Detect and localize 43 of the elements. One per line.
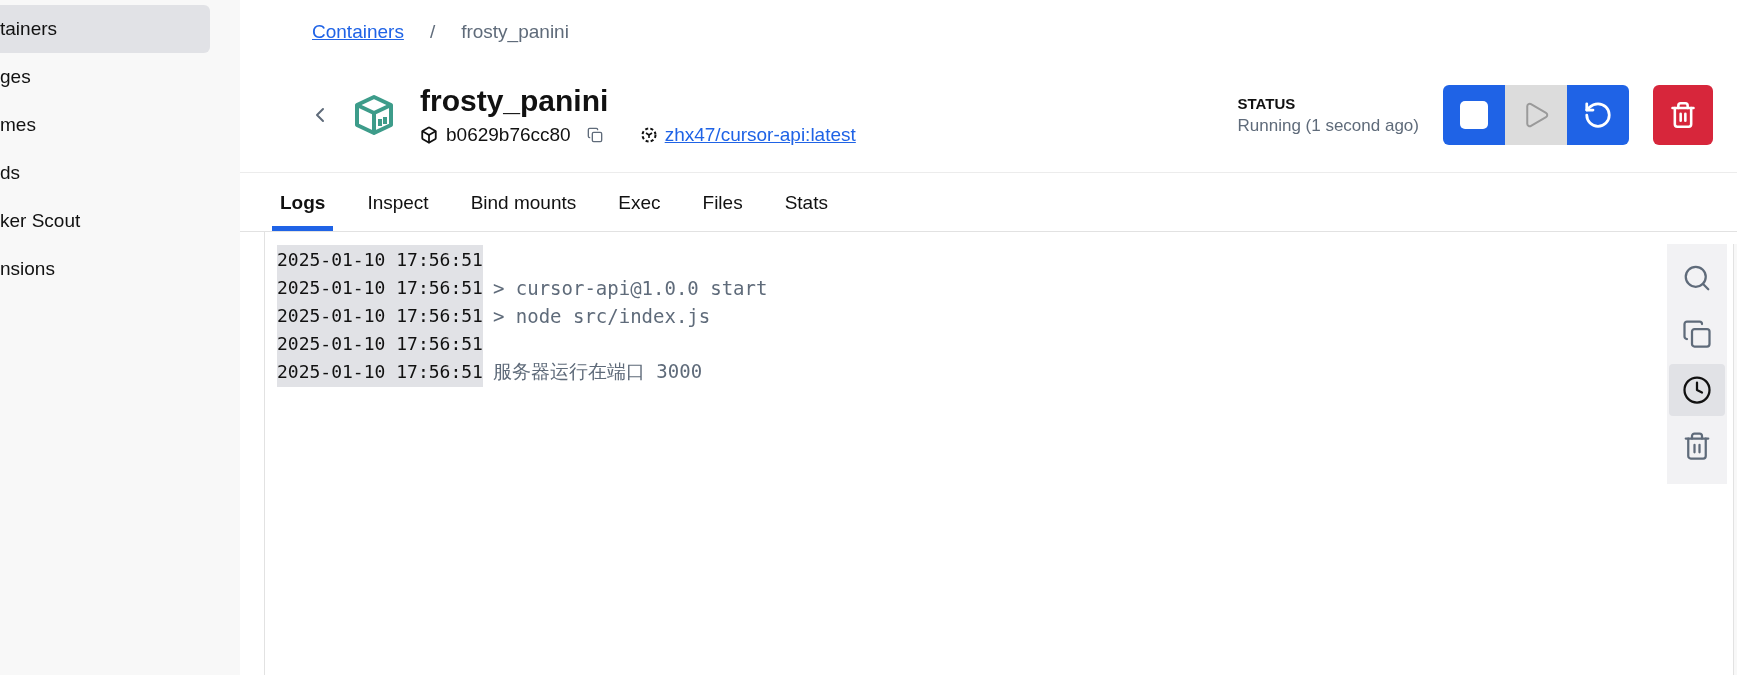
log-timestamp: 2025-01-10 17:56:51 <box>277 301 483 331</box>
log-timestamp: 2025-01-10 17:56:51 <box>277 273 483 303</box>
stop-button[interactable] <box>1443 85 1505 145</box>
restart-icon <box>1583 100 1613 130</box>
copy-icon <box>1682 319 1712 349</box>
stop-icon <box>1460 101 1488 129</box>
search-icon <box>1682 263 1712 293</box>
container-name: frosty_panini <box>420 84 610 118</box>
sidebar-item[interactable]: tainers <box>0 5 210 53</box>
cube-icon <box>420 126 438 144</box>
clock-icon <box>1682 375 1712 405</box>
image-icon <box>640 127 657 143</box>
log-message: 服务器运行在端口 3000 <box>492 359 703 384</box>
image-link[interactable]: zhx47/cursor-api:latest <box>664 124 856 146</box>
tab[interactable]: Exec <box>610 192 669 231</box>
tab[interactable]: Stats <box>776 192 836 231</box>
sidebar-item[interactable]: ds <box>0 149 210 197</box>
log-timestamp: 2025-01-10 17:56:51 <box>277 357 483 387</box>
log-timestamp: 2025-01-10 17:56:51 <box>277 245 483 275</box>
clock-button[interactable] <box>1669 364 1725 416</box>
restart-button[interactable] <box>1567 85 1629 145</box>
sidebar-item[interactable]: nsions <box>0 245 210 293</box>
sidebar-item[interactable]: ges <box>0 53 210 101</box>
container-id: b0629b76cc80 <box>446 124 571 146</box>
tab[interactable]: Bind mounts <box>462 192 585 231</box>
delete-button[interactable] <box>1653 85 1713 145</box>
tab[interactable]: Logs <box>272 192 334 231</box>
log-message: > node src/index.js <box>492 305 711 327</box>
status-label: STATUS <box>1237 94 1297 112</box>
delete-icon <box>1669 101 1697 129</box>
tab[interactable]: Files <box>694 192 751 231</box>
breadcrumb-separator: / <box>429 21 436 43</box>
log-timestamp: 2025-01-10 17:56:51 <box>277 329 483 359</box>
trash-icon <box>1682 431 1712 461</box>
breadcrumb-current: frosty_panini <box>461 21 569 43</box>
log-message: > cursor-api@1.0.0 start <box>492 277 768 299</box>
sidebar-item[interactable]: mes <box>0 101 210 149</box>
container-icon <box>352 93 396 137</box>
status-value: Running (1 second ago) <box>1237 115 1419 136</box>
tab[interactable]: Inspect <box>359 192 437 231</box>
copy-icon[interactable] <box>586 127 603 143</box>
sidebar-item[interactable]: ker Scout <box>0 197 210 245</box>
breadcrumb-link[interactable]: Containers <box>312 21 404 43</box>
